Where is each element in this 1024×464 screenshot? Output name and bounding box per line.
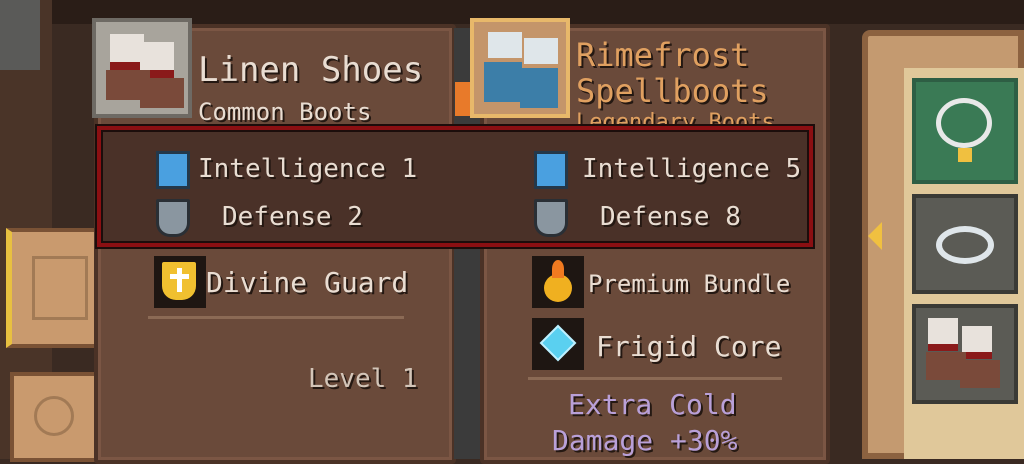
swirl-icon — [34, 396, 74, 436]
ice-crystal-icon — [532, 318, 584, 370]
divine-guard-icon — [154, 256, 206, 308]
intelligence-book-icon — [534, 151, 568, 189]
defense-shield-icon — [156, 199, 190, 237]
compare-effect-line1: Extra Cold — [568, 388, 737, 421]
current-stat-defense: Defense 2 — [222, 202, 363, 232]
left-pillar-bevel — [0, 0, 40, 70]
compare-stat-defense: Defense 8 — [600, 202, 741, 232]
sidebar-arrow-icon — [868, 222, 882, 250]
equipment-slot-necklace[interactable] — [912, 78, 1018, 184]
compare-item-name-line1: Rimefrost — [576, 36, 750, 74]
compare-perk-1-label: Premium Bundle — [588, 270, 791, 298]
skills-tab-button[interactable] — [10, 372, 102, 462]
journal-tab-button[interactable] — [6, 228, 102, 348]
rimefrost-boots-icon[interactable] — [470, 18, 570, 118]
intelligence-book-icon — [156, 151, 190, 189]
current-item-name: Linen Shoes — [198, 50, 424, 90]
current-item-level: Level 1 — [308, 364, 418, 394]
equipment-slot-ring[interactable] — [912, 194, 1018, 294]
left-divider — [148, 316, 404, 319]
linen-boots-icon[interactable] — [92, 18, 192, 118]
compare-item-name-line2: Spellboots — [576, 72, 769, 110]
necklace-icon — [936, 98, 992, 148]
current-item-type: Common Boots — [198, 98, 372, 126]
boots-icon — [928, 318, 958, 351]
equipment-slot-boots[interactable] — [912, 304, 1018, 404]
flame-orb-icon — [532, 256, 584, 308]
current-stat-intelligence: Intelligence 1 — [198, 154, 418, 184]
compare-item-type: Legendary Boots — [576, 110, 775, 126]
ring-icon — [936, 226, 994, 264]
current-perk-label: Divine Guard — [206, 266, 409, 299]
compare-stat-intelligence: Intelligence 5 — [582, 154, 802, 184]
compare-effect-line2: Damage +30% — [552, 424, 738, 457]
right-divider — [528, 377, 782, 380]
defense-shield-icon — [534, 199, 568, 237]
compare-perk-2-label: Frigid Core — [596, 330, 782, 363]
book-icon — [32, 256, 88, 320]
